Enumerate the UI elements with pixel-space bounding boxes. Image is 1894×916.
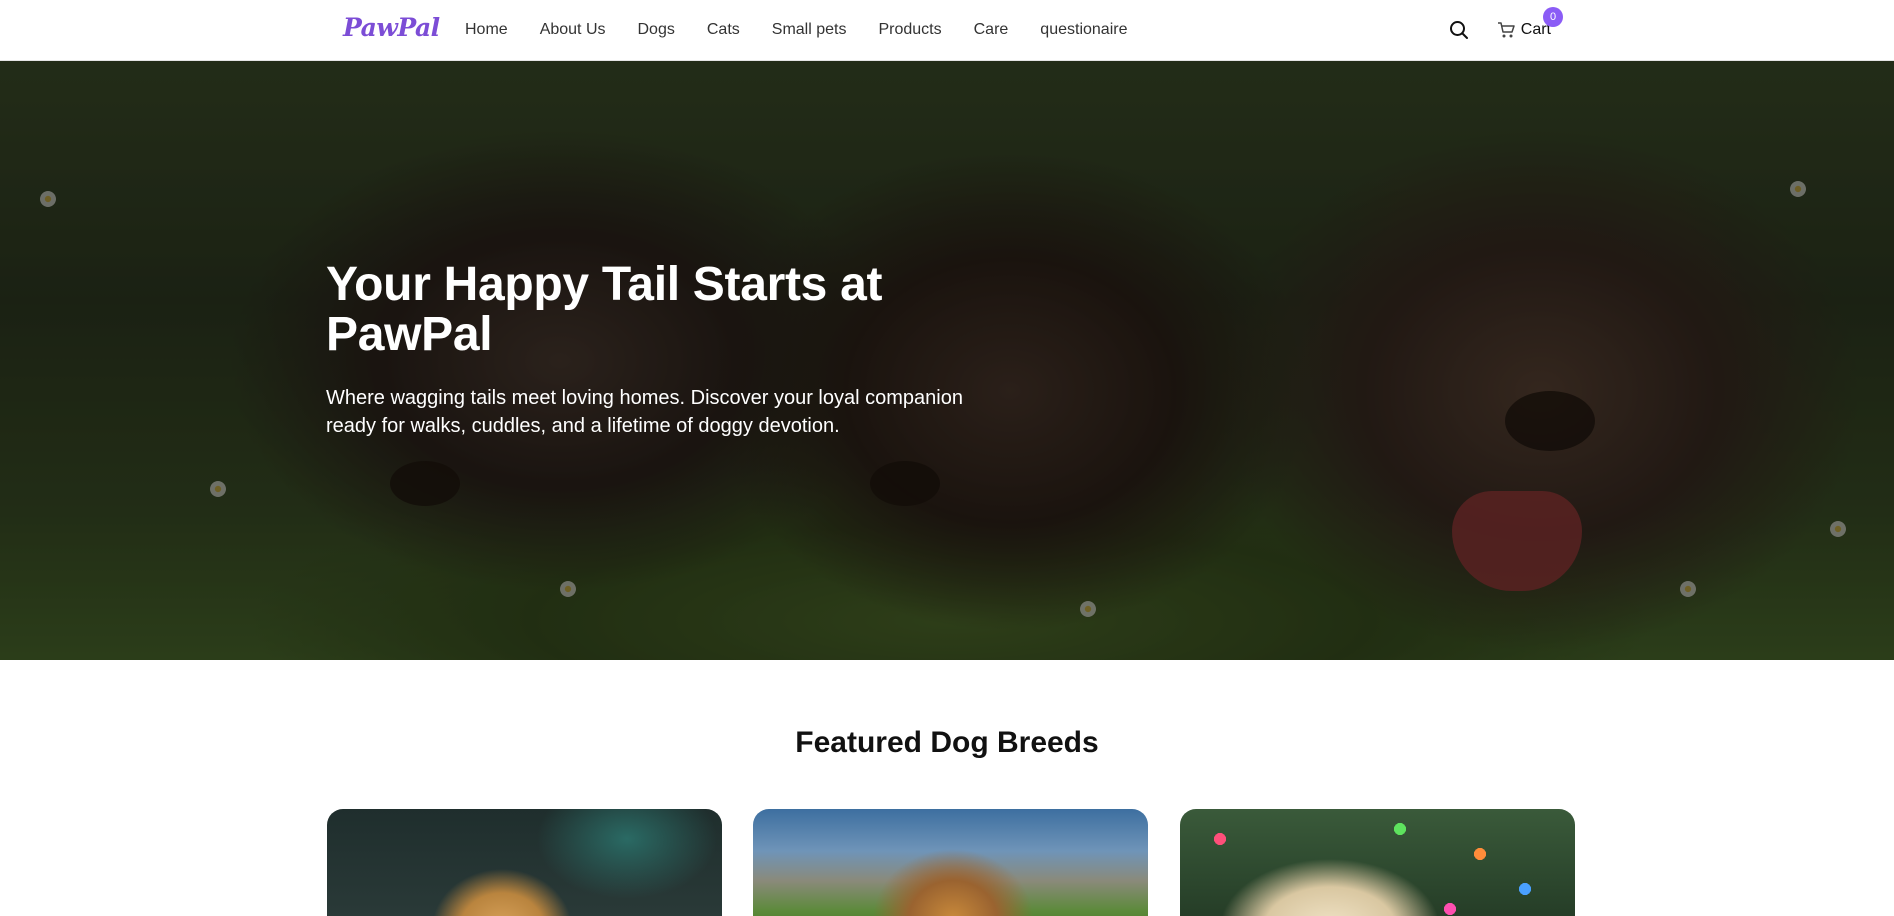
cart-count-badge: 0 (1543, 7, 1563, 27)
nav-link-home[interactable]: Home (465, 21, 508, 39)
labrador-puppy-photo (1180, 809, 1181, 810)
featured-breeds-section: Featured Dog Breeds (0, 660, 1894, 916)
nav-link-dogs[interactable]: Dogs (638, 21, 675, 39)
breed-card-labrador[interactable] (1180, 809, 1575, 916)
breed-card-golden-retriever[interactable] (327, 809, 722, 916)
cart-icon (1497, 21, 1515, 39)
hero-title: Your Happy Tail Starts at PawPal (326, 258, 883, 361)
main-nav: Home About Us Dogs Cats Small pets Produ… (465, 0, 1159, 60)
section-title: Featured Dog Breeds (795, 726, 1099, 759)
nav-link-care[interactable]: Care (974, 21, 1009, 39)
german-shepherd-photo (753, 809, 754, 810)
golden-retriever-photo (327, 809, 328, 810)
nav-link-products[interactable]: Products (878, 21, 941, 39)
search-icon (1449, 21, 1468, 39)
nav-link-small-pets[interactable]: Small pets (772, 21, 847, 39)
nav-link-about-us[interactable]: About Us (540, 21, 606, 39)
cart-button[interactable]: Cart 0 (1497, 7, 1563, 39)
top-navbar: PawPal Home About Us Dogs Cats Small pet… (0, 0, 1894, 61)
nav-link-cats[interactable]: Cats (707, 21, 740, 39)
hero-content: Your Happy Tail Starts at PawPal Where w… (326, 260, 1006, 440)
hero-subtitle: Where wagging tails meet loving homes. D… (326, 387, 963, 437)
breed-card-german-shepherd[interactable] (753, 809, 1148, 916)
brand-logo[interactable]: PawPal (343, 13, 440, 42)
search-button[interactable] (1447, 18, 1471, 42)
nav-actions: Cart 0 (1447, 0, 1563, 60)
nav-link-questionaire[interactable]: questionaire (1040, 21, 1127, 39)
hero-banner: Your Happy Tail Starts at PawPal Where w… (0, 61, 1894, 660)
